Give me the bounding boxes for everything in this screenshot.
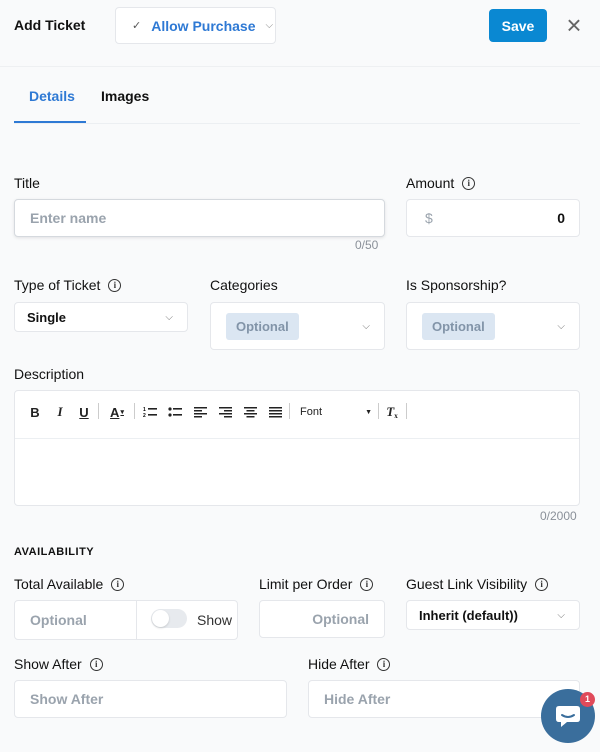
show-toggle[interactable] bbox=[151, 609, 187, 628]
description-counter: 0/2000 bbox=[540, 509, 577, 523]
chat-bubble-icon bbox=[556, 706, 580, 727]
status-dropdown-label: Allow Purchase bbox=[151, 17, 256, 34]
sponsorship-label: Is Sponsorship? bbox=[406, 277, 506, 293]
categories-label: Categories bbox=[210, 277, 278, 293]
amount-value: 0 bbox=[557, 210, 565, 226]
toolbar-separator bbox=[289, 403, 290, 419]
chevron-down-icon: ⌵ bbox=[165, 311, 173, 323]
title-label: Title bbox=[14, 175, 40, 191]
chevron-down-icon: ⌵ bbox=[362, 320, 370, 332]
svg-text:2: 2 bbox=[143, 413, 146, 418]
show-toggle-label: Show bbox=[197, 612, 233, 628]
sponsorship-label-text: Is Sponsorship? bbox=[406, 277, 507, 293]
align-left-icon[interactable] bbox=[192, 403, 208, 421]
total-available-input[interactable]: Optional bbox=[15, 601, 137, 639]
font-select-label: Font bbox=[300, 406, 323, 418]
limit-input[interactable]: Optional bbox=[259, 600, 385, 638]
align-center-icon[interactable] bbox=[242, 403, 258, 421]
show-after-label: Show After i bbox=[14, 656, 103, 672]
notification-badge: 1 bbox=[580, 692, 595, 707]
align-right-icon[interactable] bbox=[217, 403, 233, 421]
chevron-down-icon: ⌵ bbox=[557, 320, 565, 332]
toolbar-separator bbox=[378, 403, 379, 419]
categories-placeholder: Optional bbox=[226, 312, 299, 340]
clear-format-icon[interactable]: Tx bbox=[384, 403, 400, 421]
underline-icon[interactable]: U bbox=[77, 403, 91, 421]
total-available-placeholder: Optional bbox=[30, 612, 87, 628]
align-justify-icon[interactable] bbox=[267, 403, 283, 421]
guest-link-value: Inherit (default)) bbox=[419, 607, 518, 623]
limit-placeholder: Optional bbox=[312, 611, 369, 627]
availability-section-title: AVAILABILITY bbox=[14, 546, 95, 558]
guest-link-label: Guest Link Visibility i bbox=[406, 576, 549, 592]
ordered-list-icon[interactable]: 12 bbox=[142, 403, 158, 421]
toolbar-divider bbox=[15, 438, 579, 439]
type-select[interactable]: Single ⌵ bbox=[14, 302, 188, 332]
type-label-text: Type of Ticket bbox=[14, 277, 101, 293]
limit-label: Limit per Order i bbox=[259, 576, 374, 592]
hide-after-input[interactable]: Hide After bbox=[308, 680, 580, 718]
font-select[interactable]: Font ▼ bbox=[300, 404, 372, 420]
info-icon: i bbox=[377, 657, 391, 671]
tab-images[interactable]: Images bbox=[101, 88, 149, 104]
title-label-text: Title bbox=[14, 175, 40, 191]
page-title: Add Ticket bbox=[14, 17, 86, 33]
categories-select[interactable]: Optional ⌵ bbox=[210, 302, 385, 350]
categories-label-text: Categories bbox=[210, 277, 278, 293]
info-icon: i bbox=[89, 657, 103, 671]
save-button[interactable]: Save bbox=[489, 9, 547, 42]
header-divider bbox=[0, 66, 600, 67]
sponsorship-select[interactable]: Optional ⌵ bbox=[406, 302, 580, 350]
sponsorship-placeholder: Optional bbox=[422, 312, 495, 340]
bold-icon[interactable]: B bbox=[28, 403, 42, 421]
info-icon: i bbox=[462, 176, 476, 190]
type-label: Type of Ticket i bbox=[14, 277, 122, 293]
hide-after-label-text: Hide After bbox=[308, 656, 370, 672]
guest-link-select[interactable]: Inherit (default)) ⌵ bbox=[406, 600, 580, 630]
chevron-down-icon: ⌵ bbox=[557, 609, 565, 621]
show-after-label-text: Show After bbox=[14, 656, 82, 672]
text-color-icon[interactable]: A ▾ bbox=[106, 403, 128, 421]
toolbar-separator bbox=[98, 403, 99, 419]
guest-link-label-text: Guest Link Visibility bbox=[406, 576, 528, 592]
chevron-down-icon: ⌵ bbox=[265, 20, 274, 31]
title-input-placeholder: Enter name bbox=[30, 210, 107, 226]
amount-input[interactable]: $ 0 bbox=[406, 199, 580, 237]
hide-after-label: Hide After i bbox=[308, 656, 391, 672]
tab-details[interactable]: Details bbox=[29, 88, 75, 104]
type-select-value: Single bbox=[27, 309, 67, 325]
italic-icon[interactable]: I bbox=[53, 403, 67, 421]
show-after-input[interactable]: Show After bbox=[14, 680, 287, 718]
tabs-divider bbox=[14, 123, 580, 124]
total-available-label: Total Available i bbox=[14, 576, 125, 592]
info-icon: i bbox=[111, 577, 125, 591]
limit-label-text: Limit per Order bbox=[259, 576, 353, 592]
title-counter: 0/50 bbox=[355, 238, 379, 252]
description-label-text: Description bbox=[14, 366, 85, 382]
caret-down-icon: ▼ bbox=[365, 408, 372, 416]
currency-symbol: $ bbox=[425, 210, 433, 226]
amount-label: Amount i bbox=[406, 175, 476, 191]
bullet-list-icon[interactable] bbox=[167, 403, 183, 421]
active-tab-indicator bbox=[14, 121, 86, 123]
toolbar-separator bbox=[406, 403, 407, 419]
show-after-placeholder: Show After bbox=[30, 691, 104, 707]
check-icon: ✓ bbox=[132, 20, 142, 32]
title-input[interactable]: Enter name bbox=[14, 199, 385, 237]
description-label: Description bbox=[14, 366, 84, 382]
hide-after-placeholder: Hide After bbox=[324, 691, 391, 707]
amount-label-text: Amount bbox=[406, 175, 455, 191]
info-icon: i bbox=[535, 577, 549, 591]
info-icon: i bbox=[360, 577, 374, 591]
status-dropdown[interactable]: ✓ Allow Purchase ⌵ bbox=[115, 7, 276, 44]
total-available-label-text: Total Available bbox=[14, 576, 104, 592]
toolbar-separator bbox=[134, 403, 135, 419]
close-icon[interactable]: × bbox=[563, 12, 585, 38]
info-icon: i bbox=[108, 278, 122, 292]
